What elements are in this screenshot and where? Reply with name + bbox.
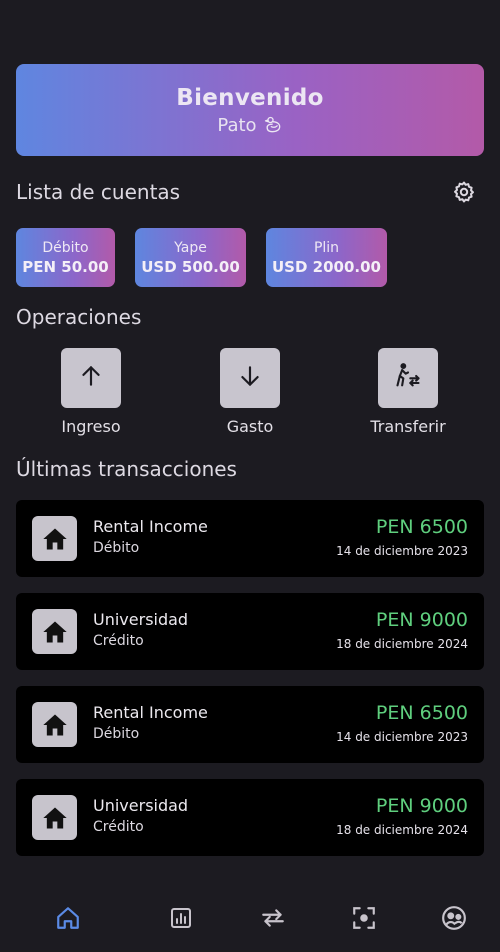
transaction-title: Rental Income <box>93 703 208 722</box>
op-transferir: Transferir <box>358 348 458 436</box>
chart-icon[interactable] <box>167 904 195 932</box>
transaction-date: 14 de diciembre 2023 <box>336 730 468 744</box>
transaction-row[interactable]: Universidad Crédito PEN 9000 18 de dicie… <box>16 593 484 670</box>
op-gasto: Gasto <box>200 348 300 436</box>
transaction-row[interactable]: Rental Income Débito PEN 6500 14 de dici… <box>16 500 484 577</box>
duck-icon <box>263 115 283 135</box>
transaction-amount: PEN 9000 <box>375 795 468 817</box>
scan-icon[interactable] <box>350 904 378 932</box>
welcome-title: Bienvenido <box>176 84 324 111</box>
home-icon <box>32 702 77 747</box>
arrow-down-icon <box>237 363 263 393</box>
transaction-account: Crédito <box>93 819 144 835</box>
bottom-nav <box>0 880 500 952</box>
operations-title: Operaciones <box>16 305 142 329</box>
user-name-row: Pato <box>217 115 282 136</box>
home-icon[interactable] <box>54 904 82 932</box>
op-ingreso: Ingreso <box>41 348 141 436</box>
account-balance: PEN 50.00 <box>22 257 109 276</box>
transaction-account: Débito <box>93 540 140 556</box>
transaction-title: Universidad <box>93 610 189 629</box>
ingreso-label: Ingreso <box>61 417 121 436</box>
transaction-amount: PEN 9000 <box>375 609 468 631</box>
user-name: Pato <box>217 114 257 136</box>
transactions-title: Últimas transacciones <box>16 457 237 481</box>
home-icon <box>32 795 77 840</box>
account-name: Plin <box>313 239 340 256</box>
gasto-label: Gasto <box>226 417 274 436</box>
home-icon <box>32 609 77 654</box>
account-name: Yape <box>174 239 207 256</box>
transaction-date: 14 de diciembre 2023 <box>336 544 468 558</box>
account-balance: USD 500.00 <box>141 257 240 276</box>
gasto-button[interactable] <box>220 348 280 408</box>
home-icon <box>32 516 77 561</box>
transaction-row[interactable]: Rental Income Débito PEN 6500 14 de dici… <box>16 686 484 763</box>
transaction-amount: PEN 6500 <box>375 516 468 538</box>
transaction-account: Crédito <box>93 633 144 649</box>
account-name: Débito <box>42 239 89 256</box>
profile-icon[interactable] <box>440 904 468 932</box>
gear-icon[interactable] <box>452 180 476 204</box>
account-card-plin[interactable]: Plin USD 2000.00 <box>266 228 387 287</box>
transaction-date: 18 de diciembre 2024 <box>336 823 468 837</box>
transaction-title: Rental Income <box>93 517 208 536</box>
arrow-up-icon <box>78 363 104 393</box>
account-card-yape[interactable]: Yape USD 500.00 <box>135 228 246 287</box>
transferir-label: Transferir <box>370 417 446 436</box>
accounts-title: Lista de cuentas <box>16 180 181 204</box>
swap-icon[interactable] <box>259 904 287 932</box>
transaction-title: Universidad <box>93 796 189 815</box>
transaction-date: 18 de diciembre 2024 <box>336 637 468 651</box>
transaction-row[interactable]: Universidad Crédito PEN 9000 18 de dicie… <box>16 779 484 856</box>
transaction-account: Débito <box>93 726 140 742</box>
account-balance: USD 2000.00 <box>272 257 381 276</box>
ingreso-button[interactable] <box>61 348 121 408</box>
account-card-debito[interactable]: Débito PEN 50.00 <box>16 228 115 287</box>
transaction-amount: PEN 6500 <box>375 702 468 724</box>
transferir-button[interactable] <box>378 348 438 408</box>
welcome-banner: Bienvenido Pato <box>16 64 484 156</box>
transfer-walk-icon <box>394 362 422 394</box>
